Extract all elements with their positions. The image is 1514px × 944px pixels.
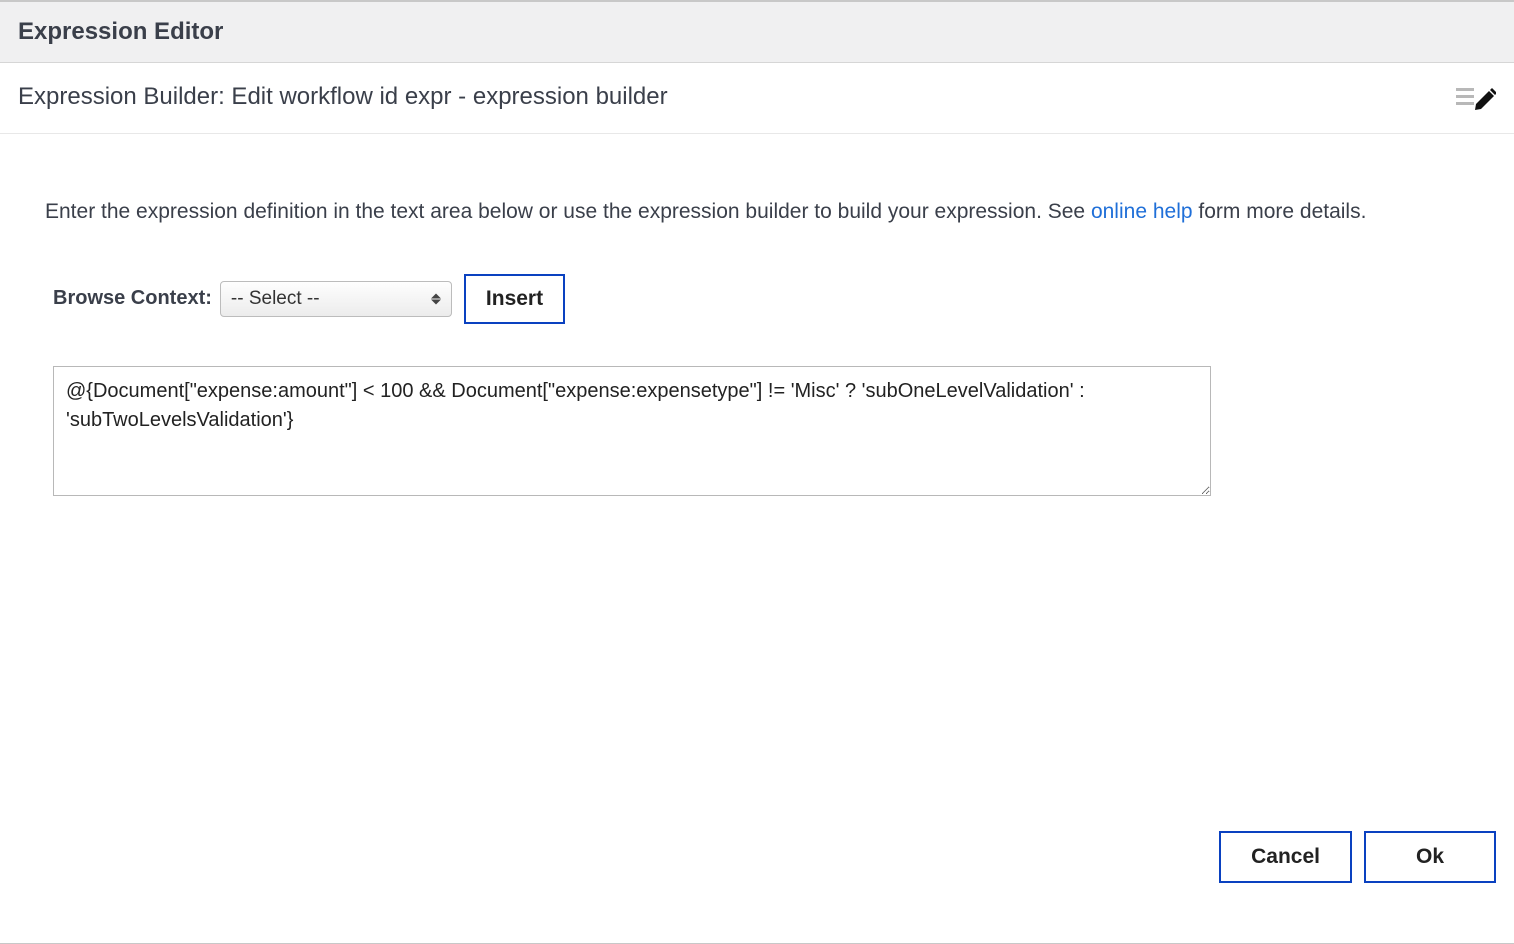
subheader-title: Expression Builder: Edit workflow id exp… [18, 83, 668, 111]
instructions-after: form more details. [1193, 200, 1367, 223]
select-chevrons-icon [431, 293, 441, 304]
instructions-before: Enter the expression definition in the t… [45, 200, 1091, 223]
expression-editor-dialog: Expression Editor Expression Builder: Ed… [0, 0, 1514, 944]
browse-context-label: Browse Context: [53, 287, 212, 310]
browse-context-row: Browse Context: -- Select -- Insert [53, 274, 1469, 324]
dialog-footer: Cancel Ok [1219, 831, 1496, 883]
insert-button[interactable]: Insert [464, 274, 565, 324]
edit-button[interactable] [1456, 84, 1496, 110]
browse-context-select[interactable]: -- Select -- [220, 281, 452, 317]
select-value: -- Select -- [231, 288, 320, 310]
dialog-title: Expression Editor [18, 18, 1496, 46]
expression-textarea[interactable] [53, 366, 1211, 496]
edit-icon [1456, 84, 1496, 110]
instructions-text: Enter the expression definition in the t… [45, 196, 1469, 228]
expression-textarea-wrap [53, 366, 1469, 501]
ok-button[interactable]: Ok [1364, 831, 1496, 883]
cancel-button[interactable]: Cancel [1219, 831, 1352, 883]
subheader: Expression Builder: Edit workflow id exp… [0, 63, 1514, 134]
dialog-content: Enter the expression definition in the t… [0, 134, 1514, 501]
online-help-link[interactable]: online help [1091, 200, 1193, 223]
dialog-header: Expression Editor [0, 2, 1514, 63]
